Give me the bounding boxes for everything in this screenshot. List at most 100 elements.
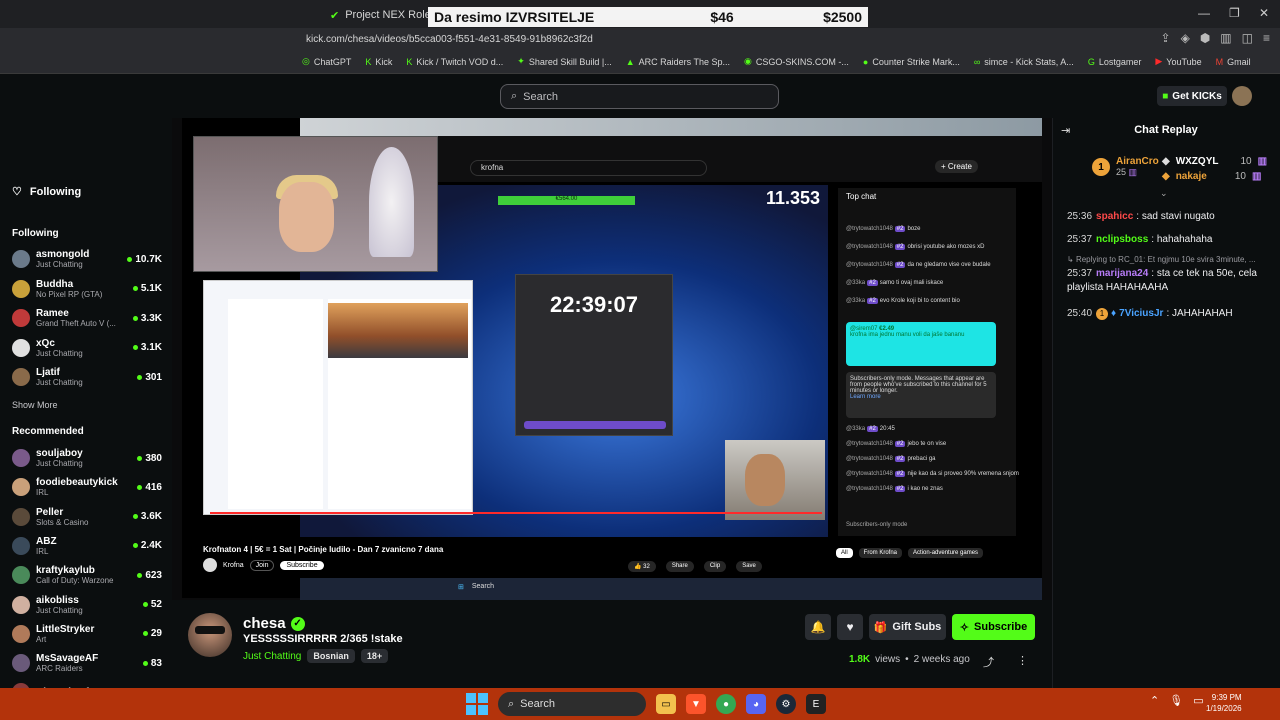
sidebar-channel-buddha[interactable]: Buddha No Pixel RP (GTA) 5.1K	[12, 275, 162, 303]
channel-category: Just Chatting	[36, 260, 83, 269]
brave-icon[interactable]: ▼	[686, 694, 706, 714]
video-yt-chat-message: @33ka #2 evo Krole koji bi to content bio	[846, 298, 960, 304]
chat-user[interactable]: spahicc	[1096, 211, 1133, 222]
chat-user[interactable]: 7ViciusJr	[1119, 308, 1163, 319]
sidebar-channel-abz[interactable]: ABZ IRL 2.4K	[12, 532, 162, 560]
sidebar-channel-mssavageaf[interactable]: MsSavageAF ARC Raiders 83	[12, 649, 162, 677]
bookmark-csgo-skins[interactable]: ◉ CSGO-SKINS.COM -...	[744, 56, 849, 67]
video-yt-share: Share	[665, 561, 694, 572]
bookmark-chatgpt[interactable]: ◎ ChatGPT	[302, 56, 351, 67]
get-kicks-button[interactable]: ■ Get KICKs	[1157, 86, 1227, 106]
search-input[interactable]: ⌕ Search	[500, 84, 779, 109]
video-browser-bar	[300, 118, 1042, 136]
follow-heart-button[interactable]: ♥	[837, 614, 863, 640]
stream-category[interactable]: Just Chatting	[243, 651, 301, 662]
sidebar-channel-foodiebeautykick[interactable]: foodiebeautykick IRL 416	[12, 473, 162, 501]
bookmark-arc-raiders[interactable]: ▲ ARC Raiders The Sp...	[626, 56, 730, 67]
sidebar-icon[interactable]: ▥	[1220, 31, 1231, 45]
bookmark-kick[interactable]: K Kick	[365, 56, 392, 67]
chat-user[interactable]: nclipsboss	[1096, 234, 1148, 245]
discord-icon[interactable]: ◕	[746, 694, 766, 714]
video-yt-chat-message: @trytowatch1048 #2 obrisi youtube ako moze…	[846, 244, 985, 250]
video-yt-chat-header: Top chat	[846, 192, 877, 201]
bookmark-lostgamer[interactable]: G Lostgamer	[1088, 56, 1142, 67]
sidebar-channel-ramee[interactable]: Ramee Grand Theft Auto V (... 3.3K	[12, 304, 162, 332]
top-gifter-1[interactable]: 1 AiranCro 25 ▥	[1092, 156, 1159, 178]
channel-avatar	[12, 368, 30, 386]
extension-icon[interactable]: ⬢	[1200, 31, 1210, 45]
minimize-icon[interactable]: —	[1198, 6, 1210, 20]
bookmark-kick-stats[interactable]: ∞ simce - Kick Stats, A...	[974, 56, 1074, 67]
channel-avatar[interactable]	[188, 613, 232, 657]
verified-icon: ✓	[290, 616, 305, 631]
bookmark-gmail[interactable]: M Gmail	[1216, 56, 1251, 67]
more-options-icon[interactable]: ⋮	[1017, 654, 1028, 667]
following-nav[interactable]: ♡ Following	[12, 185, 81, 199]
wallet-icon[interactable]: ◫	[1242, 31, 1253, 45]
video-yt-clip: Clip	[703, 561, 727, 572]
channel-name: xQc	[36, 337, 55, 349]
share-button[interactable]: ⤴	[983, 654, 994, 670]
sidebar-channel-xqc[interactable]: xQc Just Chatting 3.1K	[12, 334, 162, 362]
top-gifter-2[interactable]: ◆ WXZQYL 10 ▥	[1162, 154, 1267, 169]
taskbar-search[interactable]: ⌕ Search	[498, 692, 646, 716]
url-field[interactable]: kick.com/chesa/videos/b5cca003-f551-4e31…	[306, 34, 593, 45]
sidebar-channel-aikobliss[interactable]: aikobliss Just Chatting 52	[12, 591, 162, 619]
channel-avatar	[12, 566, 30, 585]
stream-tag[interactable]: Bosnian	[307, 649, 355, 663]
sidebar-channel-asmongold[interactable]: asmongold Just Chatting 10.7K	[12, 245, 162, 273]
chat-message: 25:40 1 ♦ 7ViciusJr: JAHAHAHAH	[1067, 307, 1272, 321]
chat-panel	[1052, 118, 1280, 688]
video-subs-notice: Subscribers-only mode. Messages that app…	[846, 372, 996, 418]
stream-tag[interactable]: 18+	[360, 649, 389, 663]
video-inner-taskbar	[300, 578, 1042, 600]
microphone-icon[interactable]: 🎙	[1169, 694, 1183, 707]
share-icon[interactable]: ⇪	[1161, 31, 1171, 45]
channel-info: kraftykaylub Call of Duty: Warzone	[36, 565, 137, 585]
taskbar-tray: ⌃ 🎙 ▭	[1150, 694, 1204, 707]
sidebar-channel-littlestryker[interactable]: LittleStryker Art 29	[12, 620, 162, 648]
sidebar-channel-ljatif[interactable]: Ljatif Just Chatting 301	[12, 363, 162, 391]
windows-start-icon[interactable]	[466, 693, 488, 715]
viewer-count: 52	[143, 599, 162, 610]
sidebar-channel-souljaboy[interactable]: souljaboy Just Chatting 380	[12, 444, 162, 472]
bookmark-youtube[interactable]: ▶ YouTube	[1155, 56, 1201, 67]
show-more-link[interactable]: Show More	[12, 400, 58, 410]
taskbar-clock[interactable]: 9:39 PM 1/19/2026	[1206, 692, 1242, 714]
notifications-bell-button[interactable]: 🔔	[805, 614, 831, 640]
chat-title: Chat Replay	[1134, 124, 1198, 136]
sidebar-channel-kraftykaylub[interactable]: kraftykaylub Call of Duty: Warzone 623	[12, 561, 162, 589]
chevron-up-icon[interactable]: ⌃	[1150, 694, 1159, 707]
viewer-count: 301	[137, 372, 162, 383]
channel-info: Peller Slots & Casino	[36, 507, 133, 527]
chat-message: 25:37 nclipsboss: hahahahaha	[1067, 233, 1272, 247]
bookmark-cs-market[interactable]: ● Counter Strike Mark...	[863, 56, 960, 67]
chevron-down-icon[interactable]: ⌄	[1160, 188, 1168, 199]
browser-toolbar-icons: ⇪ ◈ ⬢ ▥ ◫ ≡	[1161, 31, 1270, 45]
channel-name[interactable]: chesa	[243, 615, 286, 632]
video-yt-chat-message: @trytowatch1048 #2 prebaci ga	[846, 456, 936, 462]
epic-games-icon[interactable]: E	[806, 694, 826, 714]
maximize-icon[interactable]: ❐	[1229, 6, 1240, 20]
reply-text: Replying to RC_01: Et ngjmu 10e svira 3m…	[1075, 255, 1256, 264]
top-gifter-3[interactable]: ◆ nakaje 10 ▥	[1162, 169, 1267, 184]
file-explorer-icon[interactable]: ▭	[656, 694, 676, 714]
bookmark-skill-build[interactable]: ✦ Shared Skill Build |...	[517, 56, 611, 67]
bookmark-icon: ▲	[625, 56, 635, 67]
clock-window-bar	[524, 421, 666, 429]
network-icon[interactable]: ▭	[1193, 694, 1203, 707]
channel-category: Just Chatting	[36, 348, 83, 358]
bookmark-kick-vod[interactable]: K Kick / Twitch VOD d...	[406, 56, 503, 67]
user-avatar[interactable]	[1232, 86, 1252, 106]
gift-subs-button[interactable]: 🎁 Gift Subs	[869, 614, 946, 640]
chat-user[interactable]: marijana24	[1096, 268, 1148, 279]
subscribe-button[interactable]: ✧ Subscribe	[952, 614, 1035, 640]
yt-chat-text: obrisi youtube ako mozes xD	[907, 244, 985, 250]
menu-icon[interactable]: ≡	[1263, 31, 1270, 45]
steam-icon[interactable]: ⚙	[776, 694, 796, 714]
chrome-icon[interactable]: ●	[716, 694, 736, 714]
close-icon[interactable]: ✕	[1259, 6, 1269, 20]
brave-shield-icon[interactable]: ◈	[1181, 31, 1190, 45]
sidebar-channel-peller[interactable]: Peller Slots & Casino 3.6K	[12, 503, 162, 531]
views-row: 1.8K views • 2 weeks ago	[849, 654, 970, 665]
